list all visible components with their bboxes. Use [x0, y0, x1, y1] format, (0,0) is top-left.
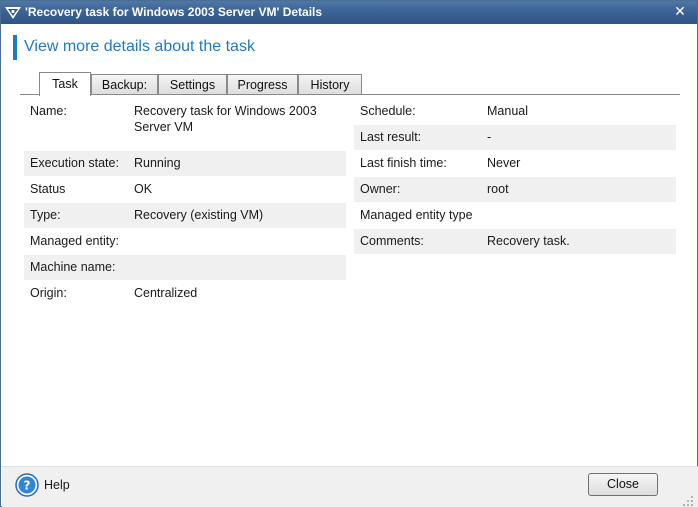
detail-label: Managed entity type	[360, 208, 473, 222]
detail-label: Owner:	[360, 182, 401, 196]
detail-row-managed-entity-type: Managed entity type	[354, 203, 676, 228]
detail-value: Manual	[487, 104, 528, 118]
title-bar[interactable]: 'Recovery task for Windows 2003 Server V…	[1, 1, 697, 24]
close-button[interactable]: Close	[588, 473, 658, 496]
detail-label: Status	[30, 182, 66, 196]
detail-value: Recovery task.	[487, 234, 570, 248]
detail-label: Origin:	[30, 286, 67, 300]
detail-value: root	[487, 182, 509, 196]
help-link[interactable]: Help	[44, 478, 70, 492]
header-accent-bar	[13, 35, 17, 60]
detail-label: Machine name:	[30, 260, 116, 274]
tab-progress[interactable]: Progress	[227, 74, 298, 95]
help-icon[interactable]: ?	[15, 473, 39, 497]
resize-grip-icon[interactable]	[682, 495, 694, 507]
detail-label: Comments:	[360, 234, 424, 248]
tab-backup[interactable]: Backup:	[91, 74, 158, 95]
dialog-footer: ? Help Close	[2, 466, 698, 507]
detail-label: Type:	[30, 208, 61, 222]
detail-row-last-result: Last result: -	[354, 125, 676, 150]
detail-row-last-finish-time: Last finish time: Never	[354, 151, 676, 176]
details-dialog: 'Recovery task for Windows 2003 Server V…	[0, 0, 698, 507]
detail-value: Centralized	[134, 286, 198, 300]
detail-row-comments: Comments: Recovery task.	[354, 229, 676, 254]
detail-label: Name:	[30, 104, 67, 118]
detail-row-name: Name: Recovery task for Windows 2003 Ser…	[24, 99, 346, 145]
detail-value: Recovery (existing VM)	[134, 208, 264, 222]
detail-label: Last finish time:	[360, 156, 447, 170]
detail-row-status: Status OK	[24, 177, 346, 202]
app-logo-icon	[5, 7, 21, 19]
detail-label: Managed entity:	[30, 234, 119, 248]
detail-row-machine-name: Machine name:	[24, 255, 346, 280]
detail-value: -	[487, 130, 492, 144]
task-details-panel: Name: Recovery task for Windows 2003 Ser…	[24, 99, 676, 459]
close-window-icon[interactable]: ✕	[670, 4, 690, 21]
detail-label: Execution state:	[30, 156, 119, 170]
detail-row-origin: Origin: Centralized	[24, 281, 346, 306]
detail-value: Running	[134, 156, 181, 170]
detail-label: Last result:	[360, 130, 422, 144]
window-title: 'Recovery task for Windows 2003 Server V…	[25, 5, 323, 19]
tab-settings[interactable]: Settings	[158, 74, 227, 95]
tab-divider	[20, 94, 680, 95]
detail-row-owner: Owner: root	[354, 177, 676, 202]
detail-value: Never	[487, 156, 521, 170]
page-heading: View more details about the task	[24, 38, 255, 55]
detail-row-schedule: Schedule: Manual	[354, 99, 676, 124]
detail-value: Recovery task for Windows 2003 Server VM	[134, 104, 317, 134]
svg-text:?: ?	[24, 479, 31, 493]
detail-row-execution-state: Execution state: Running	[24, 151, 346, 176]
detail-label: Schedule:	[360, 104, 416, 118]
detail-row-managed-entity: Managed entity:	[24, 229, 346, 254]
detail-value: OK	[134, 182, 153, 196]
tab-task[interactable]: Task	[39, 72, 91, 96]
tab-history[interactable]: History	[298, 74, 362, 95]
detail-row-type: Type: Recovery (existing VM)	[24, 203, 346, 228]
